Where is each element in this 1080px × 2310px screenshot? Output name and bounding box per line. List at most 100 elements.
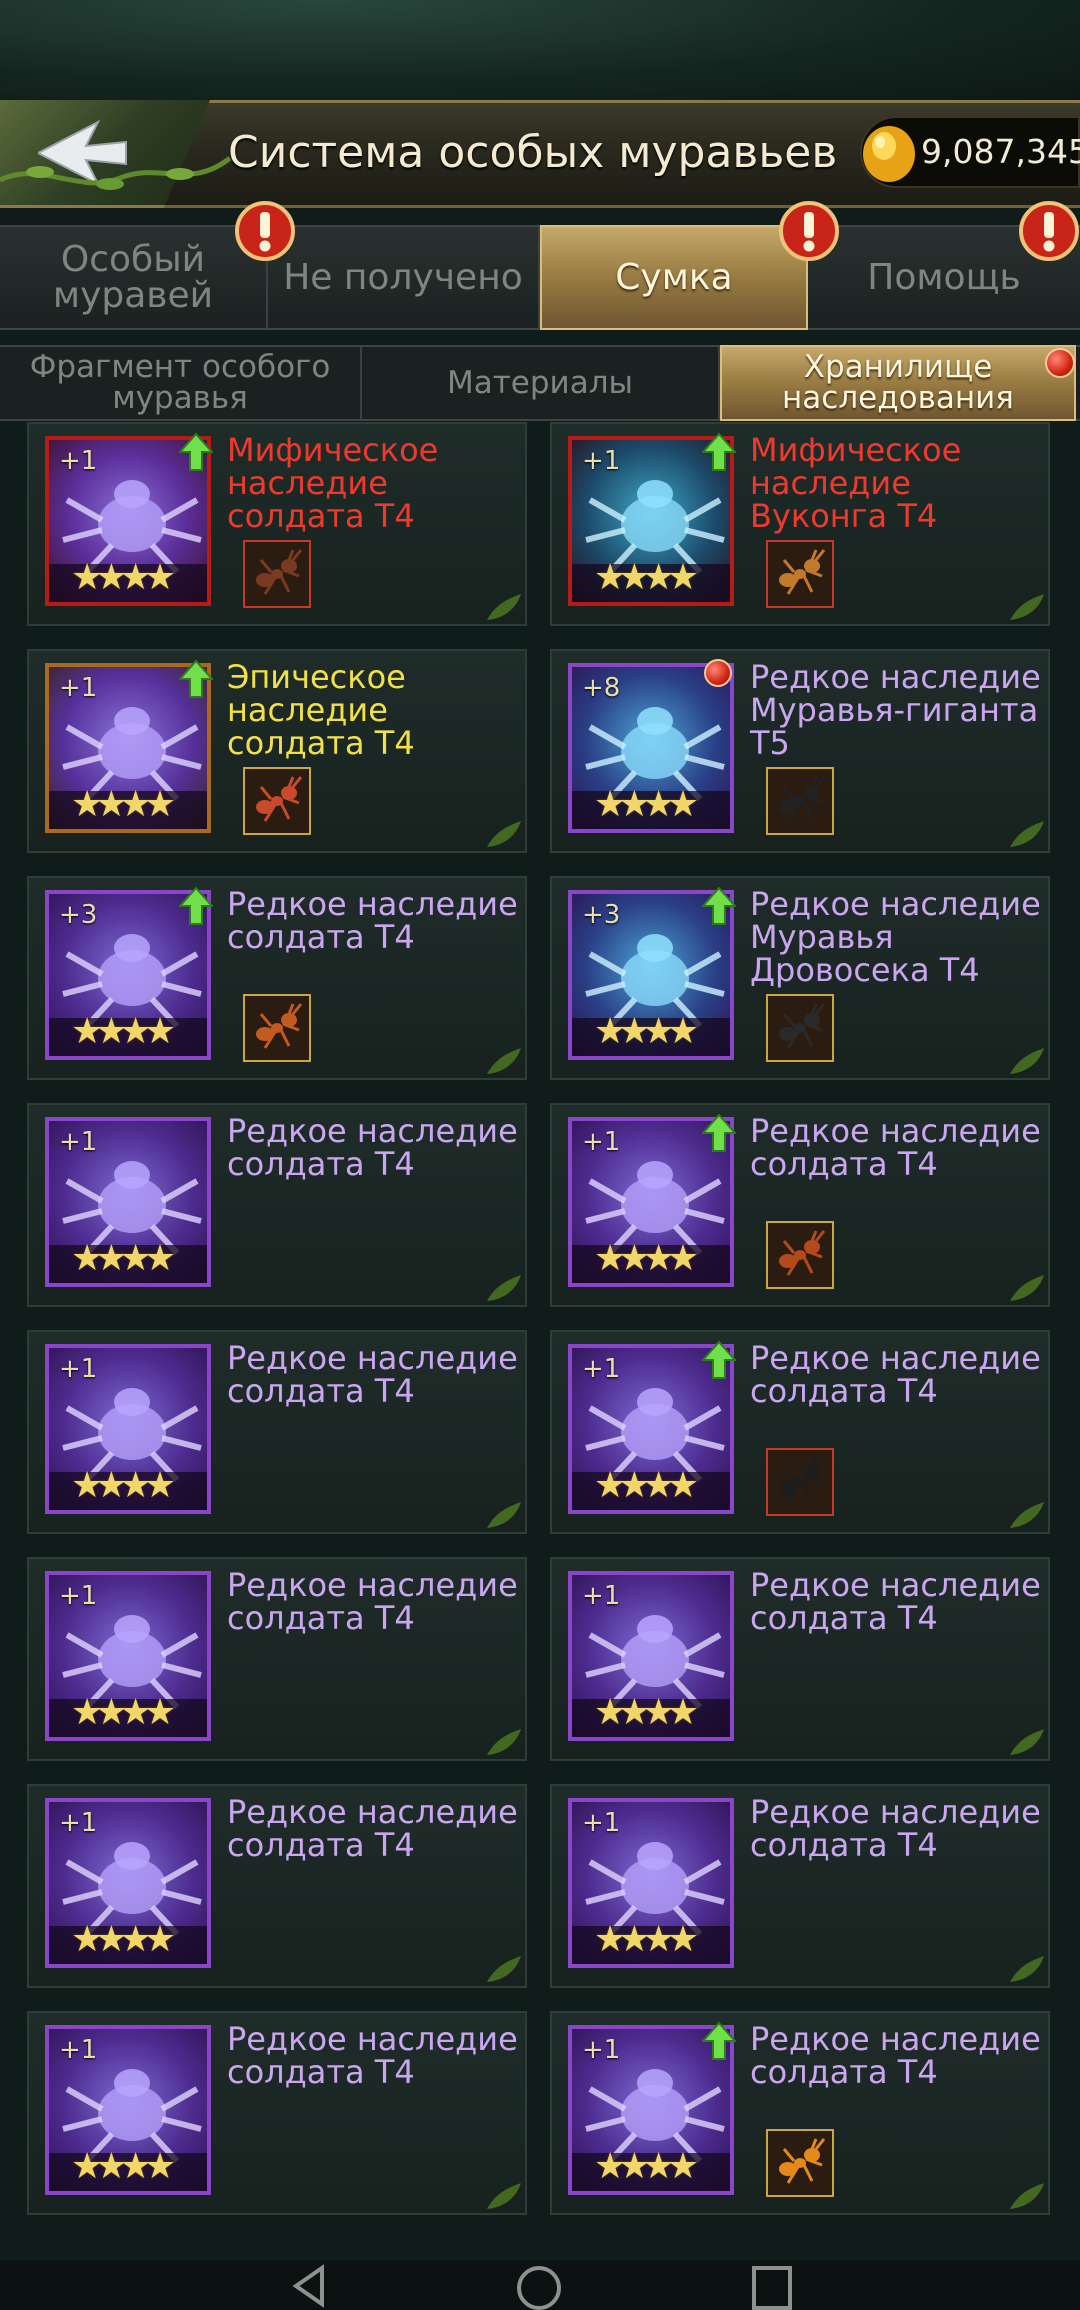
leaf-decoration [487,594,521,620]
inheritance-item-card[interactable]: +1 ★★★★ Редкое наследие солдата T4 [550,1103,1050,1307]
leaf-decoration [1010,594,1044,620]
item-grid: +1 ★★★★ Мифическое наследие солдата T4 +… [0,422,1080,2260]
nav-back-icon[interactable] [286,2262,334,2310]
subtab-materials[interactable]: Материалы [362,345,720,421]
star-rating-icon: ★★★★ [71,1465,176,1506]
nav-recents-icon[interactable] [748,2262,796,2310]
ant-slot[interactable] [243,540,311,608]
item-level: +1 [59,2035,98,2065]
star-rating-icon: ★★★★ [71,557,176,598]
leaf-decoration [487,2183,521,2209]
item-level: +1 [59,1354,98,1384]
item-name: Редкое наследие солдата T4 [750,2020,1041,2091]
item-level: +1 [582,2035,621,2065]
star-rating-icon: ★★★★ [71,2146,176,2187]
item-level: +1 [582,1354,621,1384]
leaf-decoration [1010,1729,1044,1755]
inheritance-item-card[interactable]: +1 ★★★★ Редкое наследие солдата T4 [27,1557,527,1761]
nav-home-icon[interactable] [515,2262,563,2310]
vine-decoration [0,156,232,190]
leaf-decoration [487,1502,521,1528]
inheritance-item-card[interactable]: +1 ★★★★ Эпическое наследие солдата T4 [27,649,527,853]
subtab-fragment[interactable]: Фрагмент особого муравья [0,345,362,421]
ant-slot[interactable] [243,994,311,1062]
star-rating-icon: ★★★★ [71,1692,176,1733]
ant-icon [779,776,826,822]
upgrade-arrow-icon [702,432,736,471]
item-level: +8 [582,673,621,703]
leaf-decoration [487,821,521,847]
upgrade-arrow-icon [702,1113,736,1152]
leaf-decoration [487,1048,521,1074]
star-rating-icon: ★★★★ [71,784,176,825]
ant-slot[interactable] [766,540,834,608]
star-rating-icon: ★★★★ [594,784,699,825]
leaf-decoration [487,1956,521,1982]
star-rating-icon: ★★★★ [71,1919,176,1960]
item-name: Редкое наследие солдата T4 [227,1793,518,1864]
ant-icon [779,549,826,595]
star-rating-icon: ★★★★ [71,1238,176,1279]
leaf-decoration [1010,1956,1044,1982]
item-level: +1 [582,1127,621,1157]
subtab-inheritance-label: Хранилище наследования [782,349,1014,416]
inheritance-item-card[interactable]: +1 ★★★★ Редкое наследие солдата T4 [550,1330,1050,1534]
star-rating-icon: ★★★★ [594,2146,699,2187]
page-title: Система особых муравьев [228,127,838,178]
tab-special-ant[interactable]: Особый муравей [0,225,268,330]
inheritance-item-card[interactable]: +1 ★★★★ Редкое наследие солдата T4 [550,2011,1050,2215]
ant-icon [779,1230,826,1276]
subtab-inheritance-storage[interactable]: Хранилище наследования [720,345,1076,421]
ant-slot[interactable] [766,1448,834,1516]
gold-amount: 9,087,345 [921,132,1080,171]
inheritance-item-card[interactable]: +1 ★★★★ Мифическое наследие солдата T4 [27,422,527,626]
leaf-decoration [1010,1502,1044,1528]
inheritance-item-card[interactable]: +1 ★★★★ Редкое наследие солдата T4 [27,1330,527,1534]
ant-slot[interactable] [766,994,834,1062]
inheritance-item-card[interactable]: +1 ★★★★ Редкое наследие солдата T4 [550,1784,1050,1988]
leaf-decoration [1010,821,1044,847]
amber-gold-icon [863,126,915,182]
notification-dot [704,659,732,687]
item-portrait: +1 ★★★★ [568,1798,734,1968]
star-rating-icon: ★★★★ [594,557,699,598]
tab-bag[interactable]: Сумка [540,225,808,330]
item-portrait: +8 ★★★★ [568,663,734,833]
item-name: Редкое наследие солдата T4 [750,1793,1041,1864]
notification-dot [1045,348,1075,378]
item-name: Редкое наследие солдата T4 [227,1339,518,1410]
inheritance-item-card[interactable]: +1 ★★★★ Редкое наследие солдата T4 [27,1103,527,1307]
inheritance-item-card[interactable]: +8 ★★★★ Редкое наследие Муравья-гиганта … [550,649,1050,853]
inheritance-item-card[interactable]: +1 ★★★★ Редкое наследие солдата T4 [27,1784,527,1988]
inheritance-item-card[interactable]: +1 ★★★★ Редкое наследие солдата T4 [27,2011,527,2215]
inheritance-item-card[interactable]: +1 ★★★★ Редкое наследие солдата T4 [550,1557,1050,1761]
item-name: Редкое наследие солдата T4 [750,1339,1041,1410]
item-level: +1 [59,673,98,703]
inheritance-item-card[interactable]: +3 ★★★★ Редкое наследие солдата T4 [27,876,527,1080]
inheritance-item-card[interactable]: +1 ★★★★ Мифическое наследие Вуконга T4 [550,422,1050,626]
alert-exclamation-icon [235,201,295,261]
item-name: Редкое наследие Муравья-гиганта T5 [750,658,1041,762]
upgrade-arrow-icon [702,2021,736,2060]
item-name: Эпическое наследие солдата T4 [227,658,415,762]
leaf-decoration [1010,1048,1044,1074]
item-name: Редкое наследие солдата T4 [227,1112,518,1183]
star-rating-icon: ★★★★ [594,1238,699,1279]
ant-icon [779,1003,826,1049]
alert-exclamation-icon [779,201,839,261]
ant-slot[interactable] [766,767,834,835]
tab-not-obtained[interactable]: Не получено [268,225,540,330]
star-rating-icon: ★★★★ [594,1919,699,1960]
item-name: Редкое наследие солдата T4 [750,1112,1041,1183]
leaf-decoration [1010,2183,1044,2209]
item-name: Мифическое наследие Вуконга T4 [750,431,962,535]
leaf-decoration [1010,1275,1044,1301]
inheritance-item-card[interactable]: +3 ★★★★ Редкое наследие Муравья Дровосек… [550,876,1050,1080]
item-level: +1 [582,1808,621,1838]
ant-slot[interactable] [243,767,311,835]
tab-bag-label: Сумка [615,256,733,298]
ant-slot[interactable] [766,1221,834,1289]
item-level: +1 [59,1581,98,1611]
ant-slot[interactable] [766,2129,834,2197]
item-level: +1 [59,1127,98,1157]
